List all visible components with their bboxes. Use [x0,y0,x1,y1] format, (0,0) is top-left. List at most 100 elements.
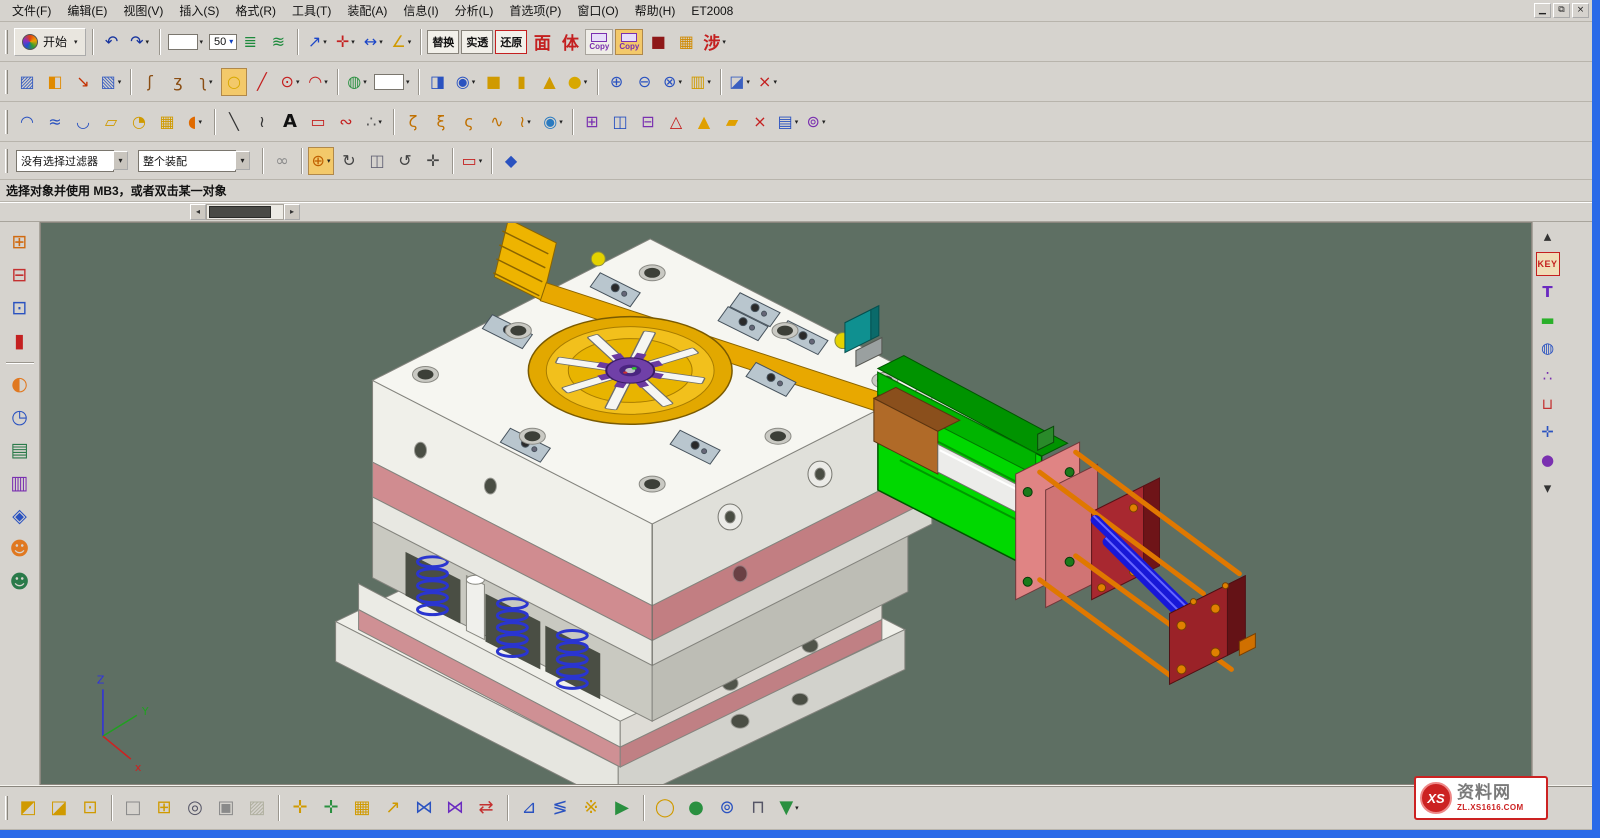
dropdown-arrow-icon[interactable]: ▾ [324,78,328,86]
circle-icon[interactable]: ⊙▾ [277,68,303,96]
droplet-analysis-icon[interactable]: ◉▾ [540,108,566,136]
dropdown-arrow-icon[interactable]: ▾ [559,118,563,126]
split-solid-icon[interactable]: ◫ [607,108,633,136]
ruled-surface-icon[interactable]: ◠ [14,108,40,136]
component-array-icon[interactable]: ▦ [348,793,376,823]
dropdown-arrow-icon[interactable]: ▾ [707,78,711,86]
exploded-views-icon[interactable]: ※ [577,793,605,823]
dropdown-arrow-icon[interactable]: ▾ [408,38,412,46]
find-component-icon[interactable]: ◩ [14,793,42,823]
sphere-icon[interactable]: ●▾ [565,68,591,96]
hollow-icon[interactable]: ▥▾ [688,68,714,96]
dropdown-arrow-icon[interactable]: ▾ [296,78,300,86]
dropdown-arrow-icon[interactable]: ▾ [746,78,750,86]
section-curve-icon[interactable]: ʅ▾ [193,68,219,96]
basic-line-icon[interactable]: ╲ [221,108,247,136]
check-regions-icon[interactable]: △ [663,108,689,136]
test-tube-icon[interactable]: ⊔ [1536,392,1560,416]
toolbar-grip[interactable] [5,110,8,134]
copy-component-icon[interactable]: ⊞ [150,793,178,823]
blue-plus-icon[interactable]: ✛ [1536,420,1560,444]
measure-angle-icon[interactable]: ∠▾ [388,28,414,56]
mirror-x-icon[interactable]: ⋈ [410,793,438,823]
bridge-curve-icon[interactable]: ≀▾ [512,108,538,136]
dropdown-arrow-icon[interactable]: ▾ [722,38,726,46]
assembly-navigator-icon[interactable]: ⊞ [4,226,36,258]
extrude-icon[interactable]: ◨ [425,68,451,96]
translucency-button[interactable]: 实透 [461,30,493,54]
dropdown-arrow-icon[interactable]: ▾ [118,78,122,86]
replace-component-icon[interactable]: ⇄ [472,793,500,823]
component-select-icon[interactable]: ⊡ [76,793,104,823]
trim-curve-icon[interactable]: ζ [400,108,426,136]
swept-surface-icon[interactable]: ◡ [70,108,96,136]
line-icon[interactable]: ╱ [249,68,275,96]
dropdown-arrow-icon[interactable]: ▾ [229,37,233,46]
subtract-icon[interactable]: ⊖ [632,68,658,96]
blue-sphere-icon[interactable]: ◍ [1536,336,1560,360]
wave-geometry-icon[interactable]: ≶ [546,793,574,823]
polyline-icon[interactable]: ≀ [249,108,275,136]
scroll-left-button[interactable]: ◂ [190,204,206,220]
menu-insert[interactable]: 插入(S) [171,0,227,21]
dropdown-arrow-icon[interactable]: ▾ [822,118,826,126]
dropdown-arrow-icon[interactable]: ▾ [406,78,410,86]
text-icon[interactable]: A [277,108,303,136]
feature-dropdown[interactable]: ▾ [372,68,412,96]
dropdown-arrow-icon[interactable]: ▾ [379,38,383,46]
record-arrangement-icon[interactable]: ◎ [181,793,209,823]
dropdown-arrow-icon[interactable]: ▾ [145,38,149,46]
dropdown-arrow-icon[interactable]: ▾ [527,118,531,126]
restore-button[interactable]: 还原 [495,30,527,54]
move-to-layer-icon[interactable]: ≋ [265,28,291,56]
gold-block-icon[interactable]: ▦ [673,28,699,56]
start-button[interactable]: 开始▾ [14,28,86,56]
toolbar-grip[interactable] [5,796,8,820]
datum-csys-icon[interactable]: ▧▾ [98,68,124,96]
scroll-up-icon[interactable]: ▴ [1536,224,1560,248]
datum-axis-icon[interactable]: ↘ [70,68,96,96]
dropdown-arrow-icon[interactable]: ▾ [378,118,382,126]
redo-icon[interactable]: ↷▾ [127,28,153,56]
dropdown-arrow-icon[interactable]: ▾ [363,78,367,86]
undo-icon[interactable]: ↶ [99,28,125,56]
measure-distance-icon[interactable]: ↔▾ [360,28,386,56]
constraint-navigator-icon[interactable]: ⊟ [4,259,36,291]
new-component-icon[interactable]: ✛ [317,793,345,823]
pattern-icon[interactable]: ▨ [14,68,40,96]
scroll-right-button[interactable]: ▸ [284,204,300,220]
toolbar-grip[interactable] [5,149,8,173]
selection-scope-dropdown[interactable]: 整个装配▾ [136,147,252,175]
menu-edit[interactable]: 编辑(E) [59,0,115,21]
green-capsule-icon[interactable]: ▬ [1536,308,1560,332]
n-sided-surface-icon[interactable]: ◖▾ [182,108,208,136]
return-pin[interactable] [466,575,484,639]
menu-window[interactable]: 窗口(O) [569,0,626,21]
toolbar-grip[interactable] [5,70,8,94]
red-block-icon[interactable]: ■ [645,28,671,56]
history-palette-icon[interactable]: ◷ [4,401,36,433]
gray-cubes-icon[interactable]: ▣ [212,793,240,823]
delete-face-icon[interactable]: × [747,108,773,136]
dropdown-arrow-icon[interactable]: ▾ [584,78,588,86]
menu-assemblies[interactable]: 装配(A) [339,0,395,21]
add-component-icon[interactable]: ✛ [286,793,314,823]
block-icon[interactable]: ■ [481,68,507,96]
internet-explorer-icon[interactable]: ◐ [4,368,36,400]
menu-preferences[interactable]: 首选项(P) [501,0,569,21]
purple-ball-icon[interactable]: ● [1536,448,1560,472]
system-materials-icon[interactable]: ▤ [4,434,36,466]
dropdown-arrow-icon[interactable]: ▾ [209,78,213,86]
toolbar-grip[interactable] [5,30,8,54]
orbit-icon[interactable]: ↺ [392,147,418,175]
dropdown-arrow-icon[interactable]: ▾ [795,804,799,812]
intersect-icon[interactable]: ⊗▾ [660,68,686,96]
sequence-icon[interactable]: ▶ [608,793,636,823]
clipboard-icon[interactable]: ▤▾ [775,108,801,136]
warn-triangle-icon[interactable]: ▲ [691,108,717,136]
shaded-cube-icon[interactable]: ◫ [364,147,390,175]
close-button[interactable]: × [1572,3,1589,18]
wade-button[interactable]: 涉▾ [701,28,728,56]
manufacturing-wizard-icon[interactable]: ◈ [4,500,36,532]
minimize-button[interactable]: ▁ [1534,3,1551,18]
